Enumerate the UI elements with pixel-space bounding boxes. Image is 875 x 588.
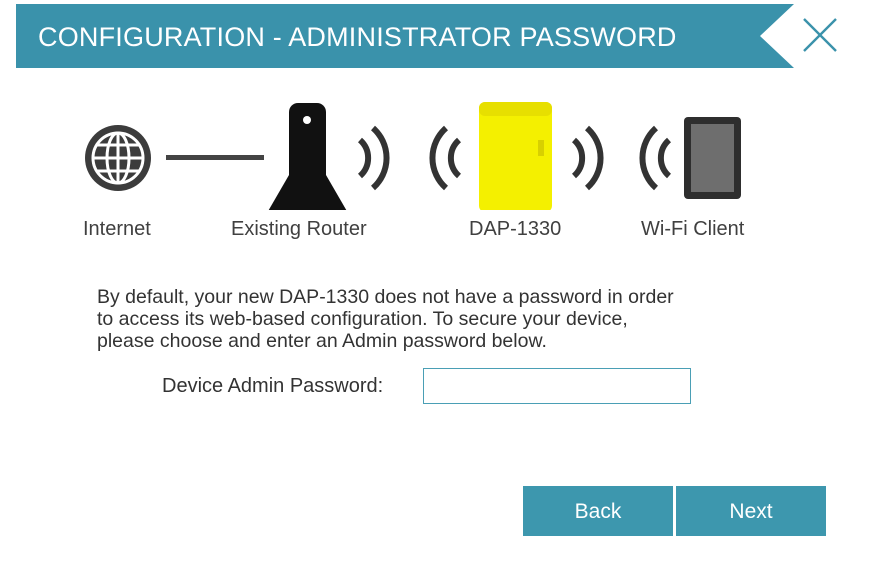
next-button[interactable]: Next: [676, 486, 826, 536]
globe-icon: [85, 125, 151, 191]
description-line: to access its web-based configuration. T…: [97, 308, 628, 330]
label-existing-router: Existing Router: [231, 218, 367, 240]
description-text: By default, your new DAP-1330 does not h…: [97, 286, 777, 352]
wifi-signal-icon: [571, 125, 604, 191]
tablet-icon: [684, 117, 741, 199]
header-banner: CONFIGURATION - ADMINISTRATOR PASSWORD: [16, 4, 794, 68]
cable-line: [166, 155, 264, 160]
admin-password-label: Device Admin Password:: [162, 375, 384, 397]
extender-icon: [479, 102, 552, 210]
description-line: please choose and enter an Admin passwor…: [97, 330, 547, 352]
page-title: CONFIGURATION - ADMINISTRATOR PASSWORD: [38, 22, 677, 52]
back-button[interactable]: Back: [523, 486, 673, 536]
admin-password-input[interactable]: [423, 368, 691, 404]
label-wifi-client: Wi-Fi Client: [641, 218, 745, 240]
network-diagram: [85, 102, 741, 210]
label-extender: DAP-1330: [469, 218, 562, 240]
wifi-signal-icon: [357, 125, 390, 191]
router-icon: [268, 103, 347, 210]
wifi-signal-icon: [639, 125, 672, 191]
wifi-signal-icon: [429, 125, 462, 191]
close-button[interactable]: [800, 15, 840, 55]
close-x-icon: [803, 18, 837, 52]
label-internet: Internet: [83, 218, 151, 240]
description-line: By default, your new DAP-1330 does not h…: [97, 286, 674, 308]
